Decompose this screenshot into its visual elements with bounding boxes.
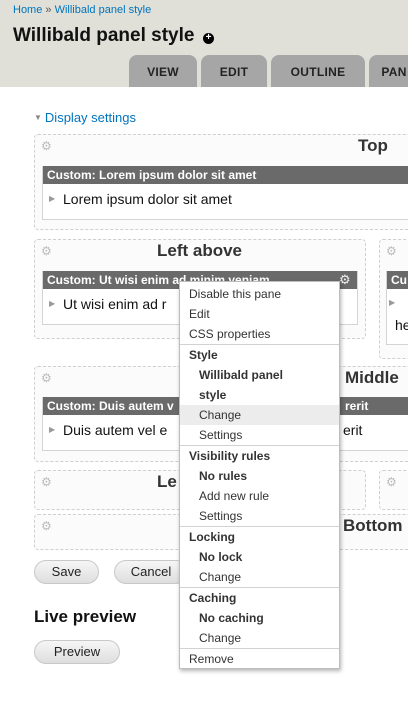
page-title: Willibald panel style bbox=[13, 25, 195, 46]
gear-icon[interactable]: ⚙ bbox=[41, 140, 52, 152]
pane-content-text: Duis autem vel e bbox=[63, 422, 168, 438]
live-preview-heading: Live preview bbox=[34, 607, 137, 626]
menu-style-change[interactable]: Change bbox=[180, 405, 339, 425]
plus-circle-icon[interactable]: + bbox=[203, 33, 214, 44]
menu-visibility-header: Visibility rules bbox=[189, 449, 271, 463]
gear-icon[interactable]: ⚙ bbox=[41, 372, 52, 384]
menu-locking-change[interactable]: Change bbox=[180, 567, 339, 587]
menu-visibility-add-rule[interactable]: Add new rule bbox=[180, 486, 339, 506]
pane-content: ▶ Lorem ipsum dolor sit amet bbox=[43, 184, 408, 214]
gear-icon[interactable]: ⚙ bbox=[386, 476, 397, 488]
display-settings-label: Display settings bbox=[44, 110, 136, 125]
region-title-top: Top bbox=[358, 136, 388, 155]
gear-icon[interactable]: ⚙ bbox=[41, 520, 52, 532]
menu-remove[interactable]: Remove bbox=[180, 649, 339, 669]
menu-style-settings[interactable]: Settings bbox=[180, 425, 339, 445]
breadcrumb: Home » Willibald panel style bbox=[13, 4, 151, 16]
menu-locking-header: Locking bbox=[189, 530, 236, 544]
menu-visibility-value: No rules bbox=[199, 469, 248, 483]
pane-title[interactable]: Custom: Lorem ipsum dolor sit amet bbox=[43, 166, 408, 184]
region-title-left: Le bbox=[157, 472, 177, 491]
cancel-button[interactable]: Cancel bbox=[114, 560, 188, 584]
pane-right-above: Cu ▶ he bbox=[386, 271, 408, 345]
save-button[interactable]: Save bbox=[34, 560, 99, 584]
gear-icon[interactable]: ⚙ bbox=[41, 245, 52, 257]
pane-title-text: Custom: Duis autem v bbox=[47, 399, 174, 413]
menu-style-value: Willibald panel bbox=[199, 368, 283, 382]
pane-content-text: Ut wisi enim ad r bbox=[63, 296, 167, 312]
preview-button[interactable]: Preview bbox=[34, 640, 120, 664]
triangle-right-icon[interactable]: ▶ bbox=[49, 415, 55, 445]
menu-locking-value: No lock bbox=[199, 550, 243, 564]
triangle-right-icon[interactable]: ▶ bbox=[49, 184, 55, 214]
breadcrumb-separator: » bbox=[45, 4, 52, 16]
pane-title-tail: rerit bbox=[345, 399, 369, 413]
menu-style-value-cont: style bbox=[199, 388, 227, 402]
tab-edit[interactable]: EDIT bbox=[201, 55, 267, 87]
page-header: Home » Willibald panel style Willibald p… bbox=[0, 0, 408, 87]
pane-content-tail: erit bbox=[343, 422, 363, 438]
tabs: VIEW EDIT OUTLINE PAN bbox=[0, 55, 408, 87]
menu-visibility-settings[interactable]: Settings bbox=[180, 506, 339, 526]
menu-css-properties[interactable]: CSS properties bbox=[180, 324, 339, 344]
region-title-middle: Middle bbox=[345, 368, 399, 387]
display-settings-toggle[interactable]: ▼ Display settings bbox=[34, 110, 136, 125]
region-title-bottom: Bottom bbox=[343, 516, 403, 535]
tab-panels[interactable]: PAN bbox=[369, 55, 408, 87]
gear-icon[interactable]: ⚙ bbox=[386, 245, 397, 257]
triangle-right-icon[interactable]: ▶ bbox=[49, 289, 55, 319]
menu-style-header: Style bbox=[189, 348, 218, 362]
gear-icon[interactable]: ⚙ bbox=[339, 273, 351, 286]
gear-icon[interactable]: ⚙ bbox=[41, 476, 52, 488]
pane-content-text: Lorem ipsum dolor sit amet bbox=[63, 191, 232, 207]
pane-content: ▶ he bbox=[387, 289, 408, 337]
pane-context-menu: Disable this pane Edit CSS properties St… bbox=[179, 281, 340, 669]
pane-title[interactable]: Cu bbox=[387, 271, 408, 289]
menu-caching-value: No caching bbox=[199, 611, 264, 625]
breadcrumb-current-link[interactable]: Willibald panel style bbox=[55, 4, 152, 16]
tab-outline[interactable]: OUTLINE bbox=[271, 55, 365, 87]
triangle-down-icon: ▼ bbox=[34, 113, 42, 122]
pane-top: Custom: Lorem ipsum dolor sit amet ▶ Lore… bbox=[42, 166, 408, 220]
triangle-right-icon[interactable]: ▶ bbox=[389, 291, 395, 315]
menu-caching-change[interactable]: Change bbox=[180, 628, 339, 648]
region-title-left-above: Left above bbox=[157, 241, 243, 260]
menu-disable-pane[interactable]: Disable this pane bbox=[180, 284, 339, 304]
tab-view[interactable]: VIEW bbox=[129, 55, 197, 87]
pane-content-text: he bbox=[395, 317, 408, 333]
region-right: ⚙ bbox=[379, 470, 408, 510]
menu-caching-header: Caching bbox=[189, 591, 237, 605]
menu-edit[interactable]: Edit bbox=[180, 304, 339, 324]
breadcrumb-home-link[interactable]: Home bbox=[13, 4, 42, 16]
